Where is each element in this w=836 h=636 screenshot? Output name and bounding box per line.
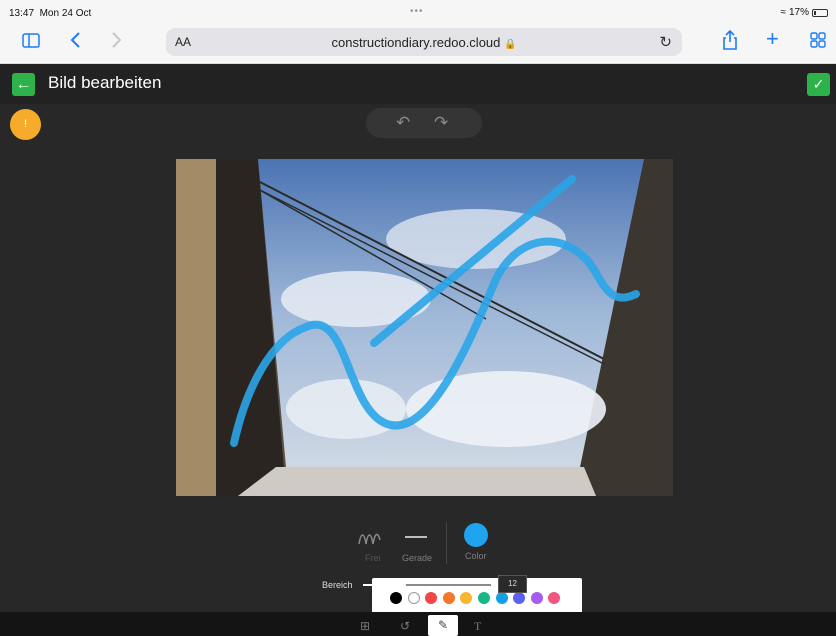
color-picker-button[interactable] — [464, 523, 488, 547]
back-nav-icon[interactable] — [70, 32, 81, 52]
brush-size-slider[interactable] — [363, 580, 491, 590]
tabs-overview-icon[interactable] — [810, 32, 826, 52]
image-editor-app: ← Bild bearbeiten ✓ ! ↶ ↷ Frei Gerade Co… — [0, 64, 836, 636]
color-swatch[interactable] — [442, 592, 455, 604]
info-icon: ! — [23, 118, 28, 130]
save-button[interactable]: ✓ — [807, 73, 830, 96]
color-swatch[interactable] — [478, 592, 490, 604]
tool-divider — [446, 522, 447, 564]
browser-toolbar: AA constructiondiary.redoo.cloud 🔒 ↻ + — [0, 22, 836, 64]
back-button[interactable]: ← — [12, 73, 35, 96]
status-bar: 13:47 Mon 24 Oct ••• ≈ 17% — [0, 0, 836, 22]
multitask-dots[interactable]: ••• — [410, 6, 424, 17]
color-swatch[interactable] — [390, 592, 402, 604]
address-bar[interactable]: AA constructiondiary.redoo.cloud 🔒 ↻ — [166, 28, 682, 56]
new-tab-icon[interactable]: + — [766, 28, 779, 50]
tool-label-gerade[interactable]: Gerade — [402, 553, 432, 563]
color-swatch[interactable] — [513, 592, 526, 604]
forward-nav-icon[interactable] — [111, 32, 122, 52]
wifi-icon: ≈ — [780, 7, 786, 18]
tool-label-color[interactable]: Color — [465, 551, 487, 561]
window-sill — [238, 467, 596, 496]
app-header: ← Bild bearbeiten ✓ — [0, 64, 836, 104]
battery-icon — [812, 8, 828, 17]
tool-label-frei[interactable]: Frei — [365, 553, 381, 563]
pencil-icon: ✎ — [437, 618, 449, 632]
bottom-toolbar: ⊞ ↺ ✎ T — [0, 612, 836, 636]
slider-label: Bereich — [322, 580, 353, 590]
rotate-icon[interactable]: ↺ — [400, 619, 410, 633]
lock-icon: 🔒 — [504, 39, 517, 50]
arrow-left-icon: ← — [15, 76, 32, 93]
sidebar-icon[interactable] — [22, 32, 40, 52]
undo-icon[interactable]: ↶ — [396, 113, 410, 133]
info-button[interactable]: ! — [10, 109, 41, 140]
editable-photo[interactable] — [176, 159, 673, 496]
page-title: Bild bearbeiten — [48, 73, 162, 92]
color-swatch[interactable] — [425, 592, 438, 604]
share-icon[interactable] — [722, 29, 738, 54]
reload-icon[interactable]: ↻ — [659, 33, 672, 51]
draw-tool-button[interactable]: ✎ — [428, 615, 458, 636]
color-swatch[interactable] — [530, 592, 543, 604]
left-wall — [176, 159, 216, 496]
color-swatch[interactable] — [548, 592, 561, 604]
straight-line-icon[interactable] — [405, 536, 427, 538]
undo-redo-group: ↶ ↷ — [366, 108, 482, 138]
cloud — [406, 371, 606, 447]
url-text[interactable]: constructiondiary.redoo.cloud 🔒 — [166, 35, 682, 50]
battery-indicator: ≈ 17% — [780, 7, 828, 18]
status-time: 13:47 Mon 24 Oct — [9, 8, 92, 19]
freehand-icon[interactable] — [358, 530, 384, 546]
redo-icon[interactable]: ↷ — [434, 113, 448, 133]
cloud — [286, 379, 406, 439]
color-swatch[interactable] — [495, 592, 508, 604]
brush-size-value[interactable]: 12 — [498, 575, 527, 593]
checkmark-icon: ✓ — [812, 76, 825, 92]
color-swatch[interactable] — [407, 592, 420, 604]
crop-icon[interactable]: ⊞ — [360, 619, 370, 633]
battery-percentage: 17% — [788, 7, 809, 18]
text-tool-icon[interactable]: T — [474, 619, 481, 634]
color-swatch[interactable] — [460, 592, 473, 604]
